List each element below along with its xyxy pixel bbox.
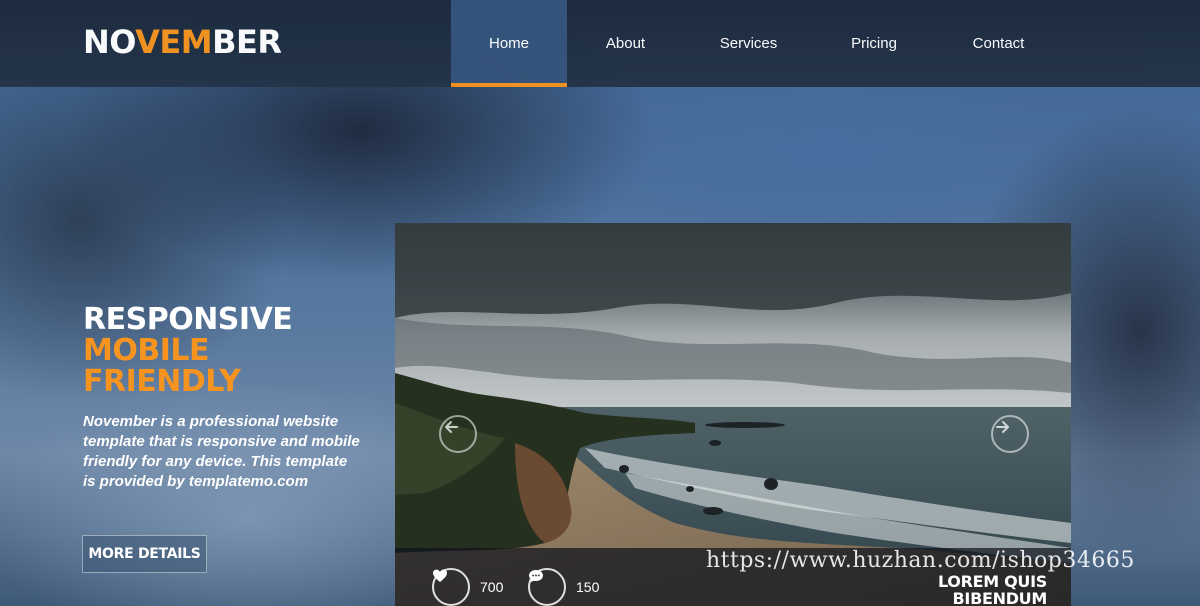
comments-circle: [528, 568, 566, 606]
arrow-right-icon: [996, 421, 1009, 433]
nav-label: Contact: [972, 35, 1025, 52]
slider-prev-button[interactable]: [439, 415, 477, 453]
nav-label: Services: [719, 35, 778, 52]
site-logo[interactable]: NOVEMBER: [83, 22, 282, 62]
main-nav: Home About Services Pricing Contact: [451, 0, 1062, 87]
slide-caption-title: LOREM QUIS BIBENDUM: [937, 572, 1047, 606]
nav-item-home[interactable]: Home: [451, 0, 567, 87]
chat-bubble-icon: [529, 570, 543, 583]
nav-label: About: [605, 35, 646, 52]
comments-count: 150: [576, 579, 600, 595]
logo-part-2: VEM: [135, 23, 213, 61]
nav-label: Home: [488, 35, 529, 52]
site-header: NOVEMBER Home About Services Pricing Con…: [0, 0, 1200, 87]
comments-stat[interactable]: 150: [528, 568, 599, 606]
nav-item-services[interactable]: Services: [684, 0, 813, 87]
hero-title: RESPONSIVE MOBILE FRIENDLY: [83, 302, 293, 399]
arrow-left-icon: [445, 421, 458, 433]
hero-title-line-1: RESPONSIVE: [83, 302, 293, 337]
hero-description: November is a professional website templ…: [83, 413, 360, 490]
nav-item-contact[interactable]: Contact: [935, 0, 1062, 87]
hero-title-line-2: MOBILE: [83, 333, 210, 368]
slider-next-button[interactable]: [991, 415, 1029, 453]
likes-count: 700: [480, 579, 504, 595]
likes-stat[interactable]: 700: [432, 568, 503, 606]
logo-part-3: BER: [212, 23, 282, 61]
watermark-text: https://www.huzhan.com/ishop34665: [706, 548, 1135, 573]
nav-item-pricing[interactable]: Pricing: [813, 0, 935, 87]
more-details-button[interactable]: MORE DETAILS: [82, 535, 207, 573]
nav-item-about[interactable]: About: [567, 0, 684, 87]
hero-title-line-3: FRIENDLY: [83, 364, 241, 399]
likes-circle: [432, 568, 470, 606]
heart-icon: [433, 569, 447, 582]
nav-label: Pricing: [851, 35, 897, 52]
logo-part-1: NO: [83, 23, 136, 61]
